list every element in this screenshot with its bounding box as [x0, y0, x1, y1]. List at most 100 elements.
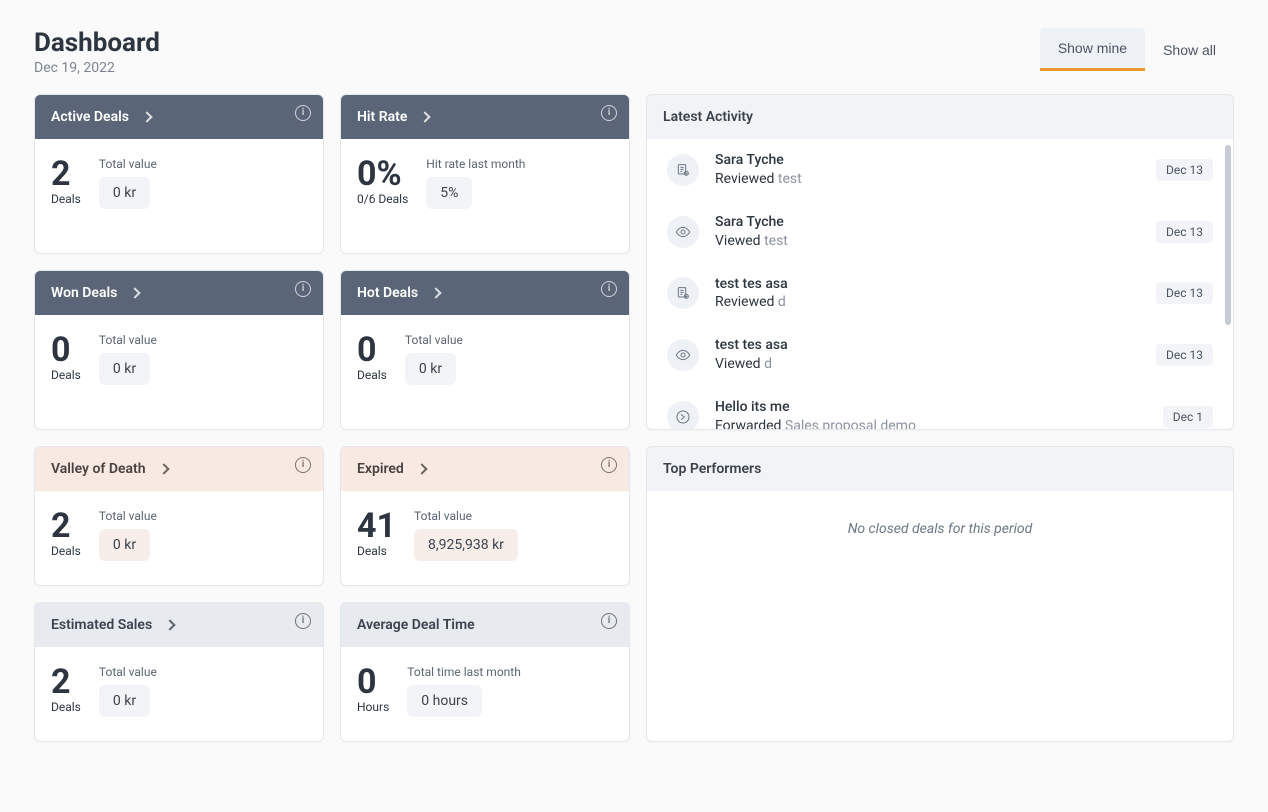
info-icon[interactable]: i — [295, 105, 311, 121]
activity-item[interactable]: test tes asaViewed d Dec 13 — [647, 324, 1233, 386]
activity-object: d — [764, 356, 772, 372]
stat-count: 0 — [51, 333, 81, 367]
viewed-icon — [667, 339, 699, 371]
card-title: Hot Deals — [357, 285, 418, 301]
card-body: 0% 0/6 Deals Hit rate last month 5% — [341, 139, 629, 231]
card-head-latest-activity: Latest Activity — [647, 95, 1233, 139]
card-body: 0 Hours Total time last month 0 hours — [341, 647, 629, 739]
activity-item[interactable]: Sara TycheViewed test Dec 13 — [647, 201, 1233, 263]
activity-object: test — [778, 171, 802, 187]
activity-item[interactable]: Hello its meForwarded Sales proposal dem… — [647, 386, 1233, 429]
sub-label: Total value — [414, 509, 518, 523]
stat-count: 0 — [357, 665, 389, 699]
card-head-expired[interactable]: Expired i — [341, 447, 629, 491]
activity-object: test — [764, 233, 788, 249]
card-title: Hit Rate — [357, 109, 407, 125]
activity-verb: Reviewed — [715, 171, 774, 187]
activity-date: Dec 1 — [1163, 406, 1213, 428]
card-head-estimated-sales[interactable]: Estimated Sales i — [35, 603, 323, 647]
header-row: Dashboard Dec 19, 2022 Show mine Show al… — [34, 28, 1234, 76]
card-head-active-deals[interactable]: Active Deals i — [35, 95, 323, 139]
activity-object: d — [778, 294, 786, 310]
page-title: Dashboard — [34, 28, 160, 58]
chevron-right-icon — [158, 463, 169, 474]
sub-label: Total value — [99, 157, 157, 171]
scrollbar-thumb[interactable] — [1225, 145, 1231, 325]
activity-text: test tes asaViewed d — [715, 336, 1140, 374]
chevron-right-icon — [130, 287, 141, 298]
card-title: Won Deals — [51, 285, 117, 301]
sub-label: Hit rate last month — [426, 157, 525, 171]
stat-unit: 0/6 Deals — [357, 193, 408, 205]
card-head-hot-deals[interactable]: Hot Deals i — [341, 271, 629, 315]
view-toggle: Show mine Show all — [1040, 28, 1234, 71]
title-block: Dashboard Dec 19, 2022 — [34, 28, 160, 76]
sub-value: 0 hours — [407, 685, 482, 717]
info-icon[interactable]: i — [295, 457, 311, 473]
sub-label: Total value — [405, 333, 463, 347]
card-title: Active Deals — [51, 109, 129, 125]
card-head-average-deal-time: Average Deal Time i — [341, 603, 629, 647]
card-title: Average Deal Time — [357, 617, 475, 633]
page-date: Dec 19, 2022 — [34, 60, 160, 76]
card-head-valley-of-death[interactable]: Valley of Death i — [35, 447, 323, 491]
forwarded-icon — [667, 401, 699, 429]
activity-verb: Forwarded — [715, 418, 781, 429]
activity-who: Sara Tyche — [715, 151, 1140, 170]
info-icon[interactable]: i — [601, 105, 617, 121]
card-title: Expired — [357, 461, 404, 477]
activity-date: Dec 13 — [1156, 221, 1213, 243]
activity-list[interactable]: Sara TycheReviewed testDec 13Sara TycheV… — [647, 139, 1233, 429]
activity-who: Hello its me — [715, 398, 1147, 417]
sub-value: 0 kr — [99, 177, 150, 209]
activity-text: Sara TycheViewed test — [715, 213, 1140, 251]
activity-verb: Viewed — [715, 233, 761, 249]
sub-value: 0 kr — [99, 685, 150, 717]
info-icon[interactable]: i — [601, 613, 617, 629]
activity-who: test tes asa — [715, 275, 1140, 294]
activity-text: test tes asaReviewed d — [715, 275, 1140, 313]
stat-unit: Deals — [51, 545, 81, 557]
card-hot-deals: Hot Deals i 0 Deals Total value 0 kr — [340, 270, 630, 430]
activity-item[interactable]: test tes asaReviewed dDec 13 — [647, 263, 1233, 325]
card-head-won-deals[interactable]: Won Deals i — [35, 271, 323, 315]
card-body: 2 Deals Total value 0 kr — [35, 647, 323, 739]
info-icon[interactable]: i — [601, 457, 617, 473]
stat-count: 2 — [51, 509, 81, 543]
stat-count: 2 — [51, 665, 81, 699]
activity-text: Sara TycheReviewed test — [715, 151, 1140, 189]
stat-unit: Deals — [357, 545, 396, 557]
card-top-performers: Top Performers No closed deals for this … — [646, 446, 1234, 742]
stat-count: 2 — [51, 157, 81, 191]
card-head-top-performers: Top Performers — [647, 447, 1233, 491]
stat-unit: Hours — [357, 701, 389, 713]
info-icon[interactable]: i — [295, 281, 311, 297]
card-active-deals: Active Deals i 2 Deals Total value 0 kr — [34, 94, 324, 254]
card-body: 2 Deals Total value 0 kr — [35, 139, 323, 231]
card-won-deals: Won Deals i 0 Deals Total value 0 kr — [34, 270, 324, 430]
tab-show-mine[interactable]: Show mine — [1040, 28, 1145, 71]
activity-who: test tes asa — [715, 336, 1140, 355]
card-title: Top Performers — [663, 461, 761, 477]
activity-item[interactable]: Sara TycheReviewed testDec 13 — [647, 139, 1233, 201]
card-head-hit-rate[interactable]: Hit Rate i — [341, 95, 629, 139]
activity-object: Sales proposal demo — [785, 418, 916, 429]
card-valley-of-death: Valley of Death i 2 Deals Total value 0 … — [34, 446, 324, 586]
tab-show-all[interactable]: Show all — [1145, 28, 1234, 71]
info-icon[interactable]: i — [295, 613, 311, 629]
sub-label: Total value — [99, 509, 157, 523]
activity-date: Dec 13 — [1156, 344, 1213, 366]
stat-unit: Deals — [51, 193, 81, 205]
card-estimated-sales: Estimated Sales i 2 Deals Total value 0 … — [34, 602, 324, 742]
stat-unit: Deals — [357, 369, 387, 381]
stat-count: 41 — [357, 509, 396, 543]
sub-value: 0 kr — [405, 353, 456, 385]
top-performers-empty: No closed deals for this period — [647, 491, 1233, 741]
stat-count: 0% — [357, 157, 408, 191]
info-icon[interactable]: i — [601, 281, 617, 297]
sub-label: Total value — [99, 665, 157, 679]
activity-who: Sara Tyche — [715, 213, 1140, 232]
card-title: Estimated Sales — [51, 617, 152, 633]
card-expired: Expired i 41 Deals Total value 8,925,938… — [340, 446, 630, 586]
card-title: Valley of Death — [51, 461, 146, 477]
